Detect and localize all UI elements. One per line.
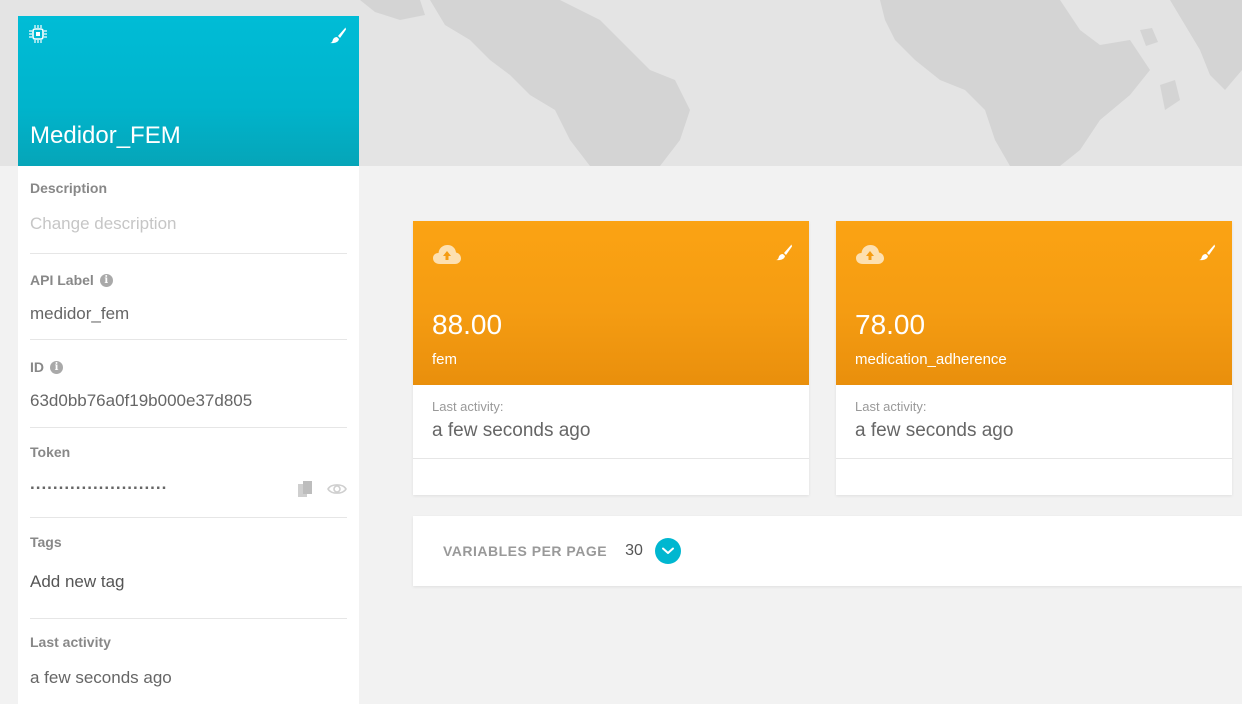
token-label: Token <box>30 444 71 460</box>
device-header: Medidor_FEM <box>18 16 359 166</box>
tags-field: Tags Add new tag <box>30 518 347 619</box>
chevron-down-icon <box>661 547 674 554</box>
description-field: Description Change description <box>30 166 347 254</box>
variable-activity: Last activity: a few seconds ago <box>836 385 1232 459</box>
api-label-heading: API Label i <box>30 272 347 288</box>
edit-brush-icon[interactable] <box>329 26 347 44</box>
id-label: ID <box>30 359 44 375</box>
last-activity-value: a few seconds ago <box>432 420 591 441</box>
info-icon[interactable]: i <box>50 360 63 374</box>
variables-per-page-label: VARIABLES PER PAGE <box>443 543 608 559</box>
cloud-upload-icon <box>433 245 461 264</box>
id-heading: ID i <box>30 359 347 375</box>
last-activity-value: a few seconds ago <box>855 420 1014 441</box>
description-label: Description <box>30 180 108 196</box>
api-label-field: API Label i medidor_fem <box>30 254 347 340</box>
variable-header[interactable]: 78.00 medication_adherence <box>836 221 1232 385</box>
last-activity-label: Last activity: <box>855 399 927 414</box>
api-label-value[interactable]: medidor_fem <box>30 304 347 324</box>
variable-name: fem <box>432 351 458 368</box>
variables-per-page-value[interactable]: 30 <box>625 542 643 560</box>
info-icon[interactable]: i <box>99 273 113 287</box>
add-tag-input[interactable]: Add new tag <box>30 572 347 592</box>
tags-label: Tags <box>30 534 62 550</box>
device-detail-panel: Medidor_FEM Description Change descripti… <box>18 16 359 704</box>
last-activity-label: Last activity <box>30 634 111 650</box>
variable-card-fem[interactable]: 88.00 fem Last activity: a few seconds a… <box>413 221 809 495</box>
variable-card-medication-adherence[interactable]: 78.00 medication_adherence Last activity… <box>836 221 1232 495</box>
last-activity-value: a few seconds ago <box>30 668 172 687</box>
per-page-dropdown-button[interactable] <box>654 538 681 564</box>
edit-brush-icon[interactable] <box>1198 243 1216 261</box>
description-input[interactable]: Change description <box>30 214 347 234</box>
variable-value: 78.00 <box>855 309 926 340</box>
id-field: ID i 63d0bb76a0f19b000e37d805 <box>30 340 347 428</box>
variable-name: medication_adherence <box>855 351 1007 368</box>
id-value: 63d0bb76a0f19b000e37d805 <box>30 391 253 410</box>
device-name[interactable]: Medidor_FEM <box>30 122 181 150</box>
cloud-upload-icon <box>856 245 884 264</box>
variable-header[interactable]: 88.00 fem <box>413 221 809 385</box>
api-label-label: API Label <box>30 272 94 288</box>
variable-activity: Last activity: a few seconds ago <box>413 385 809 459</box>
last-activity-label: Last activity: <box>432 399 504 414</box>
eye-icon[interactable] <box>327 482 347 496</box>
edit-brush-icon[interactable] <box>775 243 793 261</box>
copy-icon[interactable] <box>297 480 313 498</box>
last-activity-field: Last activity a few seconds ago <box>30 619 347 688</box>
variables-pager: VARIABLES PER PAGE 30 <box>413 516 1242 586</box>
token-field: Token ........................ <box>30 428 347 518</box>
chip-icon <box>29 25 47 43</box>
variable-value: 88.00 <box>432 309 503 340</box>
